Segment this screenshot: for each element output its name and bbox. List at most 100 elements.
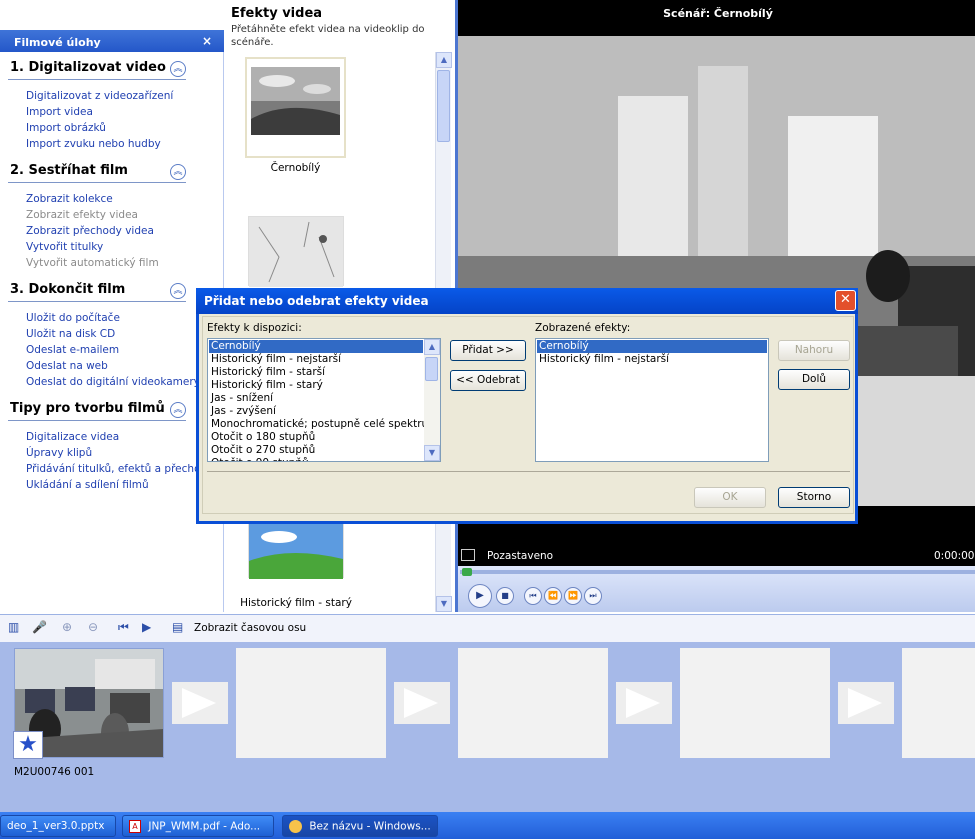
list-item[interactable]: Jas - zvýšení <box>209 405 423 418</box>
collapse-icon[interactable]: ︽ <box>170 402 186 418</box>
rewind-icon[interactable]: ⏪ <box>544 587 562 605</box>
old-film-thumbnail-icon <box>249 217 343 287</box>
transition-slot[interactable] <box>838 682 894 724</box>
taskbar-item-pdf[interactable]: A JNP_WMM.pdf - Ado... <box>122 815 274 837</box>
taskbar-item-label: Bez názvu - Windows... <box>309 820 431 833</box>
movie-tasks-header: Filmové úlohy × <box>0 30 224 52</box>
clip-thumbnail[interactable]: ★ <box>13 648 164 759</box>
list-item[interactable]: Monochromatické; postupně celé spektrum <box>209 418 438 431</box>
scroll-up-icon[interactable]: ▲ <box>424 339 440 355</box>
list-item[interactable]: Černobílý <box>537 340 767 353</box>
section-title[interactable]: 1. Digitalizovat video <box>10 60 166 75</box>
list-item[interactable]: Historický film - nejstarší <box>537 353 767 366</box>
storyboard-icon[interactable]: ▥ <box>8 620 19 634</box>
cancel-button[interactable]: Storno <box>778 487 850 508</box>
play-storyboard-icon[interactable]: ▶ <box>142 620 151 634</box>
rewind-storyboard-icon[interactable]: ⏮ <box>118 620 129 635</box>
previous-frame-icon[interactable]: ⏮ <box>524 587 542 605</box>
storyboard-cell[interactable] <box>902 648 975 758</box>
add-remove-effects-dialog: Přidat nebo odebrat efekty videa ✕ Efekt… <box>196 288 858 524</box>
close-icon[interactable]: ✕ <box>835 290 856 311</box>
remove-button[interactable]: << Odebrat <box>450 370 526 391</box>
effect-thumb-old-film[interactable] <box>248 216 344 287</box>
section-divider <box>8 79 186 80</box>
scroll-down-icon[interactable]: ▼ <box>436 596 452 612</box>
movie-maker-icon <box>289 820 302 833</box>
effect-thumb-old-film-color[interactable] <box>248 520 344 579</box>
list-item[interactable]: Otočit o 270 stupňů <box>209 444 423 457</box>
task-link[interactable]: Zobrazit přechody videa <box>26 225 154 237</box>
list-item[interactable]: Historický film - nejstarší <box>209 353 423 366</box>
list-item[interactable]: Historický film - starší <box>209 366 423 379</box>
task-link[interactable]: Vytvořit titulky <box>26 241 103 253</box>
fast-forward-icon[interactable]: ⏩ <box>564 587 582 605</box>
list-item[interactable]: Jas - snížení <box>209 392 423 405</box>
ok-button[interactable]: OK <box>694 487 766 508</box>
storyboard-cell[interactable] <box>680 648 830 758</box>
taskbar-item-powerpoint[interactable]: deo_1_ver3.0.pptx <box>0 815 116 837</box>
close-icon[interactable]: × <box>202 34 212 48</box>
transition-slot[interactable] <box>172 682 228 724</box>
list-scrollbar[interactable]: ▲ ▼ <box>424 339 440 461</box>
available-effects-list[interactable]: Černobílý Historický film - nejstarší Hist… <box>207 338 441 462</box>
stop-icon[interactable]: ■ <box>496 587 514 605</box>
narrate-icon[interactable]: 🎤 <box>32 620 47 634</box>
task-link[interactable]: Odeslat e-mailem <box>26 344 119 356</box>
task-link[interactable]: Uložit do počítače <box>26 312 120 324</box>
list-item[interactable]: Otočit o 180 stupňů <box>209 431 423 444</box>
dialog-divider <box>207 471 850 472</box>
task-link[interactable]: Ukládání a sdílení filmů <box>26 479 149 491</box>
collapse-icon[interactable]: ︽ <box>170 61 186 77</box>
available-effects-label: Efekty k dispozici: <box>207 322 302 334</box>
task-link[interactable]: Uložit na disk CD <box>26 328 115 340</box>
scroll-thumb[interactable] <box>437 70 450 142</box>
storyboard-cell[interactable] <box>236 648 386 758</box>
taskbar-item-movie-maker[interactable]: Bez názvu - Windows... <box>282 815 438 837</box>
task-link[interactable]: Import zvuku nebo hudby <box>26 138 161 150</box>
timeline-icon[interactable]: ▤ <box>172 620 183 634</box>
section-divider <box>8 420 186 421</box>
add-button[interactable]: Přidat >> <box>450 340 526 361</box>
zoom-out-icon[interactable]: ⊖ <box>88 620 98 634</box>
next-frame-icon[interactable]: ⏭ <box>584 587 602 605</box>
seek-slider[interactable] <box>462 568 472 576</box>
transition-slot[interactable] <box>616 682 672 724</box>
move-up-button[interactable]: Nahoru <box>778 340 850 361</box>
storyboard: ★ M2U00746 001 <box>0 642 975 812</box>
list-item[interactable]: Černobílý <box>209 340 423 353</box>
monitor-icon[interactable] <box>461 549 475 561</box>
scroll-up-icon[interactable]: ▲ <box>436 52 452 68</box>
task-link[interactable]: Odeslat do digitální videokamery <box>26 376 200 388</box>
zoom-in-icon[interactable]: ⊕ <box>62 620 72 634</box>
task-link[interactable]: Digitalizovat z videozařízení <box>26 90 173 102</box>
scroll-down-icon[interactable]: ▼ <box>424 445 440 461</box>
task-link[interactable]: Úpravy klipů <box>26 447 92 459</box>
transition-arrow-icon <box>404 688 438 718</box>
section-title[interactable]: Tipy pro tvorbu filmů <box>10 401 165 416</box>
storyboard-cell[interactable] <box>458 648 608 758</box>
section-title[interactable]: 3. Dokončit film <box>10 282 125 297</box>
play-icon[interactable]: ▶ <box>468 584 492 608</box>
effects-description: Přetáhněte efekt videa na videoklip do s… <box>231 24 425 48</box>
task-link[interactable]: Digitalizace videa <box>26 431 119 443</box>
collapse-icon[interactable]: ︽ <box>170 283 186 299</box>
list-item[interactable]: Otočit o 90 stupňů <box>209 457 423 461</box>
show-timeline-button[interactable]: Zobrazit časovou osu <box>194 622 306 634</box>
task-link[interactable]: Přidávání titulků, efektů a přechodů <box>26 463 214 475</box>
task-link[interactable]: Zobrazit kolekce <box>26 193 113 205</box>
scroll-thumb[interactable] <box>425 357 438 381</box>
effect-thumb-bw[interactable] <box>245 57 346 158</box>
star-effect-icon[interactable]: ★ <box>13 731 43 759</box>
list-item[interactable]: Historický film - starý <box>209 379 423 392</box>
seek-bar[interactable] <box>460 570 975 574</box>
task-link[interactable]: Import obrázků <box>26 122 106 134</box>
task-link[interactable]: Import videa <box>26 106 93 118</box>
task-link[interactable]: Odeslat na web <box>26 360 108 372</box>
clip-label: M2U00746 001 <box>14 766 95 778</box>
collapse-icon[interactable]: ︽ <box>170 164 186 180</box>
move-down-button[interactable]: Dolů <box>778 369 850 390</box>
shown-effects-list[interactable]: Černobílý Historický film - nejstarší <box>535 338 769 462</box>
shown-effects-label: Zobrazené efekty: <box>535 322 631 334</box>
section-title[interactable]: 2. Sestříhat film <box>10 163 128 178</box>
transition-slot[interactable] <box>394 682 450 724</box>
